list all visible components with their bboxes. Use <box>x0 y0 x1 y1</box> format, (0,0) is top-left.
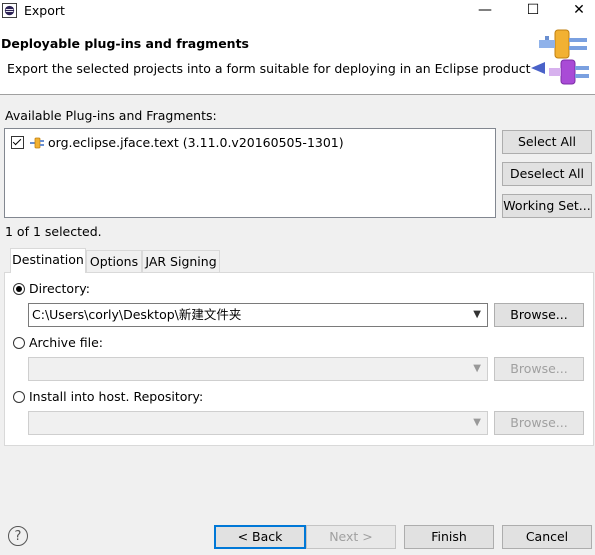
plugin-list[interactable]: org.eclipse.jface.text (3.11.0.v20160505… <box>4 128 496 218</box>
directory-label: Directory: <box>29 281 90 296</box>
archive-combo[interactable]: ▼ <box>28 357 488 381</box>
chevron-down-icon[interactable]: ▼ <box>473 412 481 434</box>
archive-label: Archive file: <box>29 335 103 350</box>
wizard-header: Deployable plug-ins and fragments Export… <box>0 22 595 95</box>
install-label: Install into host. Repository: <box>29 389 204 404</box>
plugin-export-icon <box>531 29 589 85</box>
install-radio[interactable] <box>13 391 25 403</box>
deselect-all-button[interactable]: Deselect All <box>502 162 592 186</box>
maximize-button[interactable]: ☐ <box>510 0 556 22</box>
minimize-button[interactable]: — <box>462 0 508 22</box>
finish-button[interactable]: Finish <box>404 525 494 549</box>
chevron-down-icon[interactable]: ▼ <box>473 304 481 326</box>
available-list-label: Available Plug-ins and Fragments: <box>5 108 217 123</box>
cancel-button[interactable]: Cancel <box>502 525 592 549</box>
browse-directory-button[interactable]: Browse... <box>494 303 584 327</box>
help-icon[interactable]: ? <box>8 526 28 546</box>
archive-radio[interactable] <box>13 337 25 349</box>
list-item-label: org.eclipse.jface.text (3.11.0.v20160505… <box>48 135 344 150</box>
page-title: Deployable plug-ins and fragments <box>1 36 249 51</box>
select-all-button[interactable]: Select All <box>502 130 592 154</box>
next-button[interactable]: Next > <box>306 525 396 549</box>
title-bar: Export — ☐ ✕ <box>0 0 595 22</box>
plugin-icon <box>30 137 44 149</box>
directory-radio[interactable] <box>13 283 25 295</box>
selection-status: 1 of 1 selected. <box>5 224 102 239</box>
chevron-down-icon[interactable]: ▼ <box>473 358 481 380</box>
tab-options[interactable]: Options <box>86 250 142 272</box>
close-button[interactable]: ✕ <box>556 0 595 22</box>
tab-destination[interactable]: Destination <box>10 248 86 273</box>
browse-repository-button[interactable]: Browse... <box>494 411 584 435</box>
item-checkbox[interactable] <box>11 136 24 149</box>
tab-jar-signing[interactable]: JAR Signing <box>142 250 220 272</box>
window-title: Export <box>24 3 65 18</box>
back-button[interactable]: < Back <box>214 525 306 549</box>
directory-value: C:\Users\corly\Desktop\新建文件夹 <box>32 307 242 322</box>
page-description: Export the selected projects into a form… <box>7 61 531 76</box>
browse-archive-button[interactable]: Browse... <box>494 357 584 381</box>
directory-combo[interactable]: C:\Users\corly\Desktop\新建文件夹 ▼ <box>28 303 488 327</box>
eclipse-app-icon <box>2 3 17 18</box>
list-item[interactable]: org.eclipse.jface.text (3.11.0.v20160505… <box>11 135 481 151</box>
working-set-button[interactable]: Working Set... <box>502 194 592 218</box>
repository-combo[interactable]: ▼ <box>28 411 488 435</box>
